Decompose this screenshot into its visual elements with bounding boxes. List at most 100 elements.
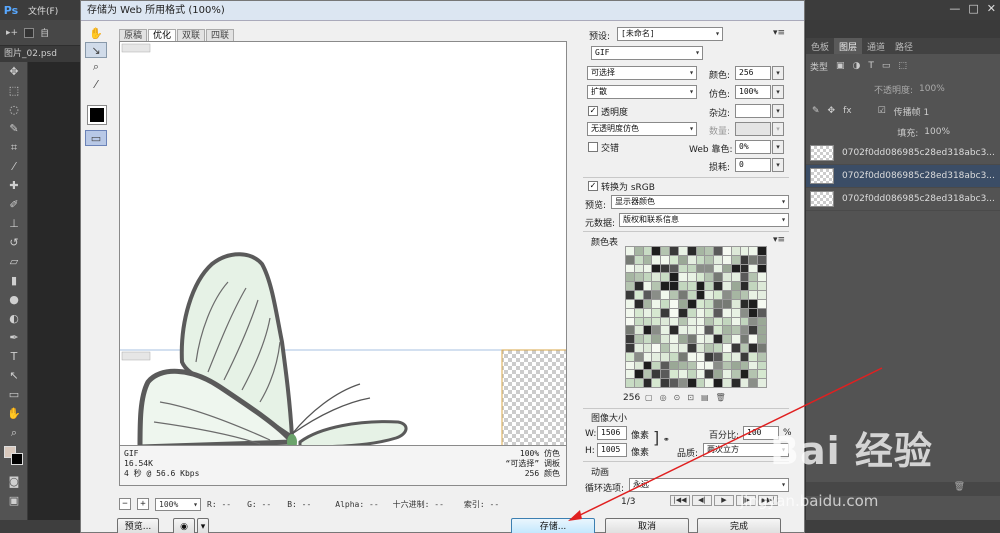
color-swatch[interactable] <box>705 299 714 308</box>
color-swatch[interactable] <box>749 343 758 352</box>
filter-adjust-icon[interactable]: ◑ <box>853 61 861 71</box>
color-swatch[interactable] <box>643 361 652 370</box>
color-swatch[interactable] <box>731 282 740 291</box>
pen-icon[interactable]: ✒ <box>0 328 28 347</box>
format-select[interactable]: GIF <box>591 46 703 60</box>
slice-select-icon[interactable]: ↘ <box>85 42 107 58</box>
color-swatch[interactable] <box>714 370 722 379</box>
color-swatch[interactable] <box>696 308 705 317</box>
color-swatch[interactable] <box>722 299 731 308</box>
color-swatch[interactable] <box>678 343 687 352</box>
filter-kind[interactable]: 类型 <box>810 60 828 73</box>
add-color-icon[interactable]: ⊡ <box>687 393 694 402</box>
hand-icon[interactable]: ✋ <box>85 25 107 41</box>
color-swatch[interactable] <box>758 379 766 387</box>
color-swatch[interactable] <box>670 335 678 343</box>
color-swatch[interactable] <box>749 335 758 343</box>
color-swatch[interactable] <box>652 352 661 361</box>
quick-select-icon[interactable]: ✎ <box>0 119 28 138</box>
color-swatch[interactable] <box>696 264 705 273</box>
color-swatch[interactable] <box>714 335 722 343</box>
trash-color-icon[interactable]: 🗑 <box>716 393 726 402</box>
layer-row[interactable]: 0702f0dd086985c28ed318abc3... <box>806 165 1000 188</box>
layer-row[interactable]: 0702f0dd086985c28ed318abc3... <box>806 142 1000 165</box>
color-swatch[interactable] <box>731 370 740 379</box>
color-swatch[interactable] <box>722 335 731 343</box>
link-bracket-icon[interactable]: ] <box>653 428 659 447</box>
chain-link-icon[interactable]: ⚭ <box>663 435 670 444</box>
color-swatch[interactable] <box>696 379 705 387</box>
color-swatch[interactable] <box>696 273 705 282</box>
last-frame-button[interactable]: ▶▶| <box>758 495 778 506</box>
color-swatch[interactable] <box>643 299 652 308</box>
menu-file[interactable]: 文件(F) <box>22 4 64 17</box>
color-swatch[interactable] <box>661 273 670 282</box>
first-frame-button[interactable]: |◀◀ <box>670 495 690 506</box>
color-swatch[interactable] <box>749 352 758 361</box>
color-swatch[interactable] <box>643 291 652 299</box>
color-swatch[interactable] <box>714 247 722 255</box>
reduction-select[interactable]: 可选择 <box>587 66 697 80</box>
settings-menu-icon[interactable]: ▾≡ <box>773 28 785 38</box>
color-swatch[interactable] <box>731 291 740 299</box>
color-swatch[interactable] <box>643 335 652 343</box>
websnap-icon[interactable]: ◎ <box>660 393 667 402</box>
color-swatch[interactable] <box>634 352 643 361</box>
color-swatch[interactable] <box>626 370 634 379</box>
color-swatch[interactable] <box>687 352 696 361</box>
color-swatch[interactable] <box>687 264 696 273</box>
color-swatch[interactable] <box>722 291 731 299</box>
color-swatch[interactable] <box>661 264 670 273</box>
color-swatch[interactable] <box>634 317 643 326</box>
color-swatch[interactable] <box>670 370 678 379</box>
color-swatch[interactable] <box>643 308 652 317</box>
filter-shape-icon[interactable]: ▭ <box>882 61 891 71</box>
fx-icon[interactable]: fx <box>843 106 852 116</box>
color-swatch[interactable] <box>652 379 661 387</box>
color-swatch[interactable] <box>652 317 661 326</box>
color-swatch[interactable] <box>731 352 740 361</box>
color-swatch[interactable] <box>634 343 643 352</box>
color-swatch[interactable] <box>696 335 705 343</box>
color-swatch[interactable] <box>758 247 766 255</box>
color-swatch[interactable] <box>714 343 722 352</box>
color-swatch[interactable] <box>705 335 714 343</box>
color-swatch[interactable] <box>696 352 705 361</box>
color-swatch[interactable] <box>661 291 670 299</box>
tab-swatches[interactable]: 色板 <box>806 38 834 54</box>
websnap-dropdown[interactable]: ▾ <box>772 140 784 154</box>
color-swatch[interactable] <box>626 361 634 370</box>
tab-2up[interactable]: 双联 <box>177 29 206 41</box>
color-swatch[interactable] <box>705 370 714 379</box>
color-swatch[interactable] <box>731 299 740 308</box>
color-swatch[interactable] <box>696 370 705 379</box>
color-swatch[interactable] <box>705 247 714 255</box>
gradient-icon[interactable]: ▮ <box>0 271 28 290</box>
color-swatch[interactable] <box>758 264 766 273</box>
color-swatch[interactable] <box>731 343 740 352</box>
amount-field[interactable] <box>735 122 771 136</box>
color-swatch[interactable] <box>749 308 758 317</box>
color-swatch[interactable] <box>740 255 749 264</box>
maximize-icon[interactable]: □ <box>968 2 978 15</box>
color-swatch[interactable] <box>740 361 749 370</box>
color-swatch[interactable] <box>749 247 758 255</box>
color-swatch[interactable] <box>626 264 634 273</box>
color-swatch[interactable] <box>643 370 652 379</box>
color-swatch[interactable] <box>678 361 687 370</box>
color-swatch[interactable] <box>687 291 696 299</box>
color-swatch[interactable] <box>626 299 634 308</box>
color-swatch[interactable] <box>661 247 670 255</box>
filter-smart-icon[interactable]: ⬚ <box>898 61 907 71</box>
color-swatch[interactable] <box>670 273 678 282</box>
color-swatch[interactable] <box>634 335 643 343</box>
cancel-button[interactable]: 取消 <box>605 518 689 533</box>
tab-channels[interactable]: 通道 <box>862 38 890 54</box>
document-tab[interactable]: 图片_02.psd <box>0 46 80 62</box>
history-brush-icon[interactable]: ↺ <box>0 233 28 252</box>
color-swatch[interactable] <box>705 379 714 387</box>
color-swatch[interactable] <box>661 343 670 352</box>
color-swatch[interactable] <box>722 273 731 282</box>
transparency-checkbox[interactable]: ✓ <box>588 106 598 116</box>
color-swatch[interactable] <box>678 317 687 326</box>
